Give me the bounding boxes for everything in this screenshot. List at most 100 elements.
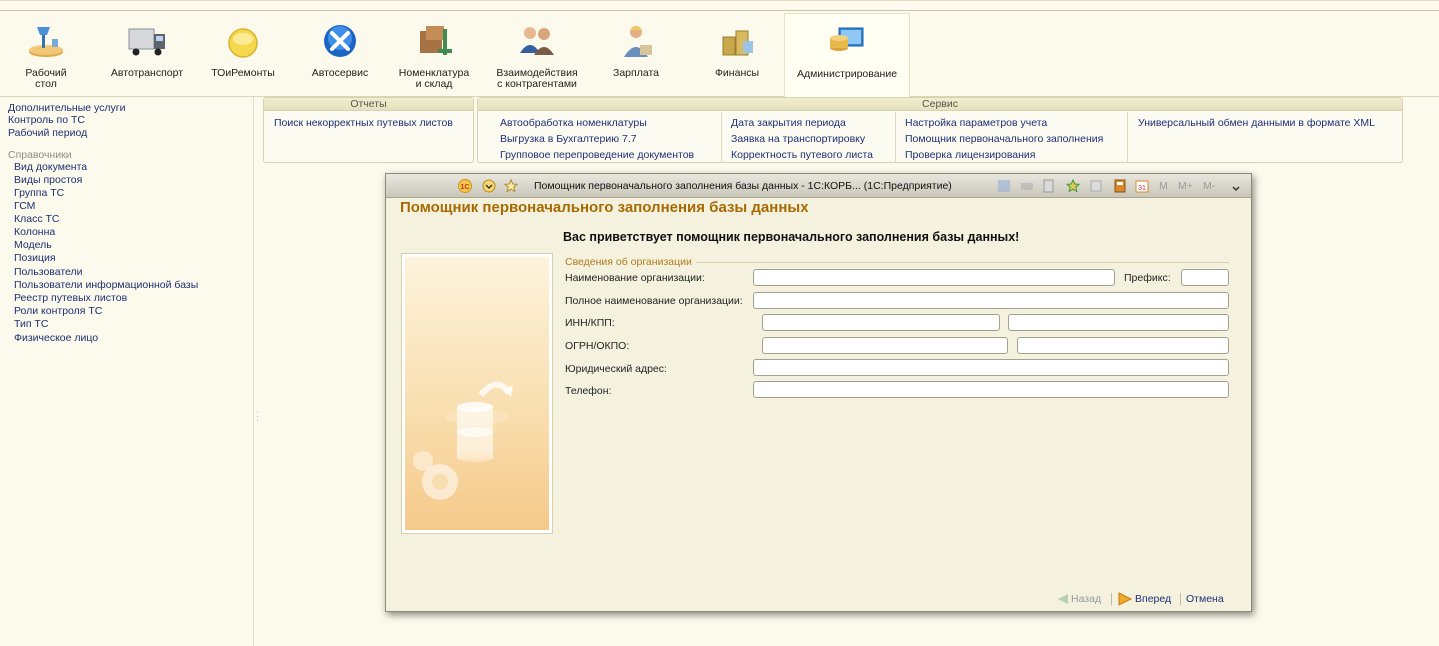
okpo-field[interactable] [1017,337,1229,354]
section-label: Зарплата [613,67,659,79]
org-info-group-title: Сведения об организации [565,256,696,268]
truck-icon [128,28,165,56]
section-finance[interactable]: Финансы [700,13,774,97]
catalog-link[interactable]: Пользователи информационной базы [14,279,198,291]
calculator-icon[interactable] [1113,179,1127,193]
desktop-lamp-icon [29,27,63,57]
link-icon[interactable] [1089,179,1103,193]
service-panel: Сервис Автообработка номенклатуры Выгруз… [477,97,1403,163]
column-divider [721,112,722,163]
panel-splitter[interactable]: · · · [256,408,259,426]
coins-icon [722,30,753,56]
computer-admin-icon [830,27,864,51]
catalog-link[interactable]: Группа ТС [14,187,64,199]
service-link[interactable]: Групповое перепроведение документов [500,149,694,161]
cancel-button[interactable]: Отмена [1186,593,1224,605]
favorites-star-icon[interactable] [504,179,518,193]
report-link[interactable]: Поиск некорректных путевых листов [274,117,453,129]
catalog-link[interactable]: Класс ТС [14,213,60,225]
catalog-link[interactable]: Пользователи [14,266,83,278]
column-divider [1127,112,1128,163]
wizard-heading: Помощник первоначального заполнения базы… [400,199,809,216]
memory-minus-button[interactable]: M- [1203,180,1215,192]
yellow-circle-icon [228,28,258,58]
prefix-label: Префикс: [1124,272,1171,284]
catalog-link[interactable]: Тип ТС [14,318,48,330]
service-link[interactable]: Корректность путевого листа [731,149,873,161]
prefix-field[interactable] [1181,269,1229,286]
service-link[interactable]: Универсальный обмен данными в формате XM… [1138,117,1375,129]
service-link[interactable]: Заявка на транспортировку [731,133,865,145]
catalog-link[interactable]: ГСМ [14,200,35,212]
inn-kpp-label: ИНН/КПП: [565,317,615,329]
window-menu-icon[interactable] [482,179,496,193]
service-link[interactable]: Помощник первоначального заполнения [905,133,1103,145]
section-autoservice[interactable]: Автосервис [300,13,380,97]
save-icon[interactable] [997,179,1011,193]
section-salary[interactable]: Зарплата [600,13,672,97]
section-label: Взаимодействия с контрагентами [496,67,578,90]
full-name-label: Полное наименование организации: [565,295,743,307]
back-button[interactable]: Назад [1071,593,1101,605]
memory-plus-button[interactable]: M+ [1178,180,1193,192]
next-button[interactable]: Вперед [1135,593,1171,605]
org-name-label: Наименование организации: [565,272,705,284]
chevron-down-icon[interactable] [1229,179,1243,193]
org-name-field[interactable] [753,269,1115,286]
section-counterparties[interactable]: Взаимодействия с контрагентами [490,13,584,97]
memory-button[interactable]: M [1159,180,1168,192]
wizard-window: 1C Помощник первоначального заполнения б… [385,173,1252,612]
address-field[interactable] [753,359,1229,376]
section-label: Номенклатура и склад [398,67,470,90]
forward-arrow-icon [1118,592,1133,606]
window-titlebar[interactable]: 1C Помощник первоначального заполнения б… [386,174,1251,198]
catalog-link[interactable]: Физическое лицо [14,332,98,344]
add-favorites-icon[interactable] [1066,179,1080,193]
column-divider [895,112,896,163]
nav-link[interactable]: Контроль по ТС [8,114,85,126]
catalog-link[interactable]: Позиция [14,252,56,264]
service-link[interactable]: Дата закрытия периода [731,117,846,129]
welcome-text: Вас приветствует помощник первоначальног… [563,230,1020,244]
full-name-field[interactable] [753,292,1229,309]
catalogs-heading: Справочники [8,149,72,161]
inn-field[interactable] [762,314,1000,331]
catalog-link[interactable]: Модель [14,239,52,251]
section-label: Автотранспорт [110,67,184,79]
wrench-screwdriver-icon [324,25,356,57]
section-repairs[interactable]: ТОиРемонты [205,13,281,97]
catalog-link[interactable]: Роли контроля ТС [14,305,102,317]
service-link[interactable]: Выгрузка в Бухгалтерию 7.7 [500,133,637,145]
service-link[interactable]: Проверка лицензирования [905,149,1035,161]
catalog-link[interactable]: Вид документа [14,161,87,173]
service-link[interactable]: Настройка параметров учета [905,117,1047,129]
section-desktop[interactable]: Рабочий стол [16,13,76,97]
wizard-illustration [401,253,553,534]
calendar-icon[interactable]: 31 [1135,179,1149,193]
svg-text:31: 31 [1138,185,1146,192]
preview-icon[interactable] [1042,179,1056,193]
section-administration[interactable]: Администрирование [784,13,910,97]
print-icon[interactable] [1020,179,1034,193]
reports-panel-title: Отчеты [264,98,473,111]
catalog-link[interactable]: Реестр путевых листов [14,292,127,304]
people-icon [520,27,554,55]
footer-divider [1111,593,1112,605]
section-transport[interactable]: Автотранспорт [101,13,193,97]
service-panel-title: Сервис [478,98,1402,111]
ogrn-okpo-label: ОГРН/ОКПО: [565,340,630,352]
warehouse-boxes-icon [420,26,452,55]
catalog-link[interactable]: Колонна [14,226,55,238]
nav-link[interactable]: Дополнительные услуги [8,102,126,114]
catalog-link[interactable]: Виды простоя [14,174,82,186]
section-label: ТОиРемонты [211,67,275,79]
section-nomenclature[interactable]: Номенклатура и склад [392,13,476,97]
ogrn-field[interactable] [762,337,1008,354]
phone-field[interactable] [753,381,1229,398]
nav-link[interactable]: Рабочий период [8,127,87,139]
section-label: Автосервис [311,67,369,79]
section-label: Рабочий стол [25,67,67,90]
service-link[interactable]: Автообработка номенклатуры [500,117,647,129]
svg-text:1C: 1C [461,184,470,191]
kpp-field[interactable] [1008,314,1229,331]
